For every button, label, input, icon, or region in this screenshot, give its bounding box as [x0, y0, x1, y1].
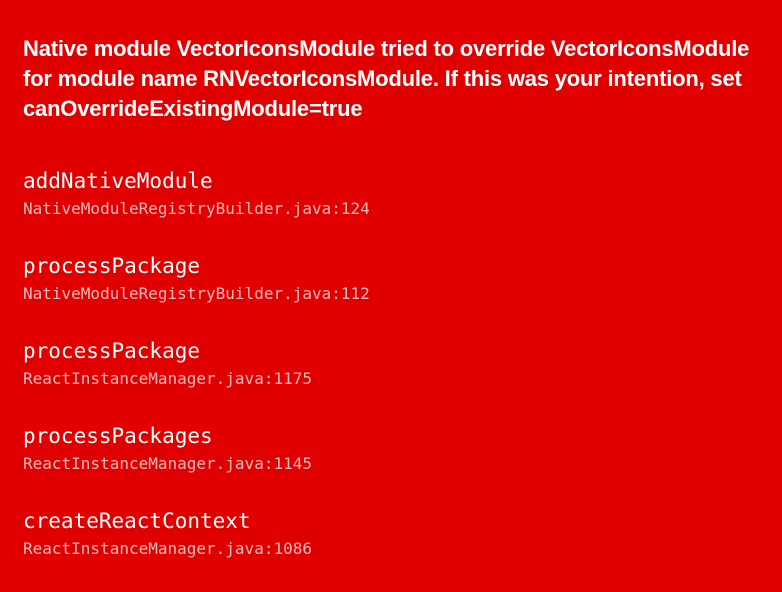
- stack-frame-location: ReactInstanceManager.java:1145: [23, 454, 312, 473]
- stack-trace: addNativeModule NativeModuleRegistryBuil…: [23, 166, 763, 591]
- stack-frame-method: processPackage: [23, 339, 201, 363]
- error-message: Native module VectorIconsModule tried to…: [23, 36, 750, 121]
- stack-frame-location: NativeModuleRegistryBuilder.java:124: [23, 199, 370, 218]
- stack-frame[interactable]: createReactContext ReactInstanceManager.…: [23, 506, 763, 591]
- stack-frame-location: NativeModuleRegistryBuilder.java:112: [23, 284, 370, 303]
- stack-frame-method: createReactContext: [23, 509, 251, 533]
- stack-frame[interactable]: processPackage NativeModuleRegistryBuild…: [23, 251, 763, 336]
- stack-frame-location: ReactInstanceManager.java:1175: [23, 369, 312, 388]
- redbox-error-screen: Native module VectorIconsModule tried to…: [0, 0, 782, 592]
- stack-frame-method: addNativeModule: [23, 169, 213, 193]
- stack-frame-location: ReactInstanceManager.java:1086: [23, 539, 312, 558]
- stack-frame-method: processPackage: [23, 254, 201, 278]
- stack-frame[interactable]: processPackages ReactInstanceManager.jav…: [23, 421, 763, 506]
- stack-frame-method: processPackages: [23, 424, 213, 448]
- stack-frame[interactable]: processPackage ReactInstanceManager.java…: [23, 336, 763, 421]
- stack-frame[interactable]: addNativeModule NativeModuleRegistryBuil…: [23, 166, 763, 251]
